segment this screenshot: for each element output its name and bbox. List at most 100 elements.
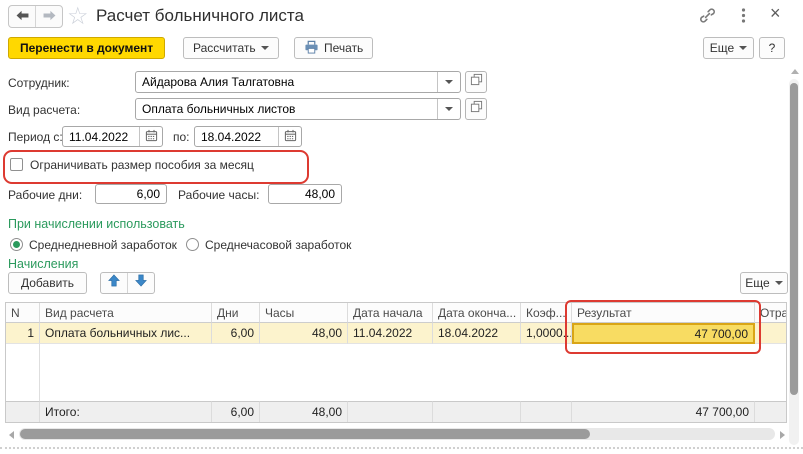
calc-type-input[interactable]: Оплата больничных листов xyxy=(135,98,461,120)
total-days: 6,00 xyxy=(212,401,260,422)
page-title: Расчет больничного листа xyxy=(96,6,304,26)
total-coef-cell xyxy=(521,401,572,422)
table-row[interactable]: 1 Оплата больничных лис... 6,00 48,00 11… xyxy=(6,323,786,344)
radio-average-hourly[interactable] xyxy=(186,238,199,251)
limit-benefit-checkbox[interactable] xyxy=(10,158,23,171)
move-row-up-button[interactable] xyxy=(101,273,128,293)
total-hours: 48,00 xyxy=(260,401,348,422)
cell-days[interactable]: 6,00 xyxy=(212,323,260,344)
table-empty-area xyxy=(6,344,786,401)
work-hours-label: Рабочие часы: xyxy=(178,188,259,202)
add-row-button[interactable]: Добавить xyxy=(8,272,87,294)
period-to-calendar-button[interactable] xyxy=(278,127,301,146)
cell-coef[interactable]: 1,0000... xyxy=(521,323,572,344)
total-date-end-cell xyxy=(433,401,521,422)
work-days-label: Рабочие дни: xyxy=(8,188,82,202)
calc-type-value: Оплата больничных листов xyxy=(136,102,437,116)
col-header-reflected[interactable]: Отражен xyxy=(755,303,786,323)
bottom-separator xyxy=(0,447,803,449)
calendar-icon xyxy=(145,129,158,145)
help-button[interactable]: ? xyxy=(759,37,785,59)
back-button[interactable] xyxy=(9,6,36,27)
scroll-right-icon[interactable] xyxy=(780,431,785,439)
printer-icon xyxy=(304,40,319,57)
cell-date-end[interactable]: 18.04.2022 xyxy=(433,323,521,344)
period-to-label: по: xyxy=(173,130,190,144)
col-header-calc-type[interactable]: Вид расчета xyxy=(40,303,212,323)
vertical-scrollbar-track[interactable] xyxy=(789,79,799,445)
horizontal-scrollbar-thumb[interactable] xyxy=(20,429,590,439)
open-form-icon xyxy=(470,100,483,118)
period-from-calendar-button[interactable] xyxy=(139,127,162,146)
accruals-heading: Начисления xyxy=(8,257,78,271)
col-header-date-start[interactable]: Дата начала xyxy=(348,303,433,323)
cell-hours[interactable]: 48,00 xyxy=(260,323,348,344)
more-menu-dots-icon[interactable] xyxy=(741,7,746,29)
calc-type-dropdown-button[interactable] xyxy=(437,99,460,119)
move-row-button-group xyxy=(100,272,155,294)
more-button-top[interactable]: Еще xyxy=(703,37,754,59)
cell-calc-type[interactable]: Оплата больничных лис... xyxy=(40,323,212,344)
col-header-date-end[interactable]: Дата оконча... xyxy=(433,303,521,323)
period-from-value: 11.04.2022 xyxy=(63,130,139,144)
col-header-n[interactable]: N xyxy=(6,303,40,323)
chevron-down-icon xyxy=(261,46,269,50)
chevron-down-icon xyxy=(445,107,453,111)
vertical-scrollbar-thumb[interactable] xyxy=(790,83,798,395)
transfer-to-document-label: Перенести в документ xyxy=(20,41,153,55)
total-result: 47 700,00 xyxy=(572,401,755,422)
close-icon[interactable]: × xyxy=(770,3,781,24)
radio-average-daily-label: Среднедневной заработок xyxy=(29,238,177,252)
col-header-coef[interactable]: Коэф... xyxy=(521,303,572,323)
calc-type-open-button[interactable] xyxy=(465,98,487,120)
calculate-label: Рассчитать xyxy=(193,41,256,55)
forward-button[interactable] xyxy=(36,6,62,27)
chevron-down-icon xyxy=(775,281,783,285)
total-label: Итого: xyxy=(40,401,212,422)
forward-arrow-icon xyxy=(42,8,57,26)
employee-input[interactable]: Айдарова Алия Талгатовна xyxy=(135,71,461,93)
calculate-button[interactable]: Рассчитать xyxy=(183,37,279,59)
cell-date-start[interactable]: 11.04.2022 xyxy=(348,323,433,344)
col-header-days[interactable]: Дни xyxy=(212,303,260,323)
cell-n[interactable]: 1 xyxy=(6,323,40,344)
chevron-down-icon xyxy=(445,80,453,84)
period-from-input[interactable]: 11.04.2022 xyxy=(62,126,163,147)
back-arrow-icon xyxy=(15,8,30,26)
total-reflected-cell xyxy=(755,401,786,422)
calc-type-label: Вид расчета: xyxy=(8,103,80,117)
table-total-row: Итого: 6,00 48,00 47 700,00 xyxy=(6,401,786,422)
link-icon[interactable] xyxy=(699,7,716,29)
work-hours-input[interactable]: 48,00 xyxy=(268,184,342,204)
more-table-label: Еще xyxy=(745,276,769,290)
work-hours-value: 48,00 xyxy=(269,187,341,201)
scroll-up-icon[interactable] xyxy=(791,69,799,74)
transfer-to-document-button[interactable]: Перенести в документ xyxy=(8,37,165,59)
cell-reflected[interactable] xyxy=(755,323,786,344)
more-label: Еще xyxy=(710,41,734,55)
employee-dropdown-button[interactable] xyxy=(437,72,460,92)
chevron-down-icon xyxy=(739,46,747,50)
employee-value: Айдарова Алия Талгатовна xyxy=(136,75,437,89)
col-header-hours[interactable]: Часы xyxy=(260,303,348,323)
period-to-input[interactable]: 18.04.2022 xyxy=(194,126,302,147)
more-button-table[interactable]: Еще xyxy=(740,272,788,294)
cell-result-selected[interactable]: 47 700,00 xyxy=(572,323,755,344)
scroll-left-icon[interactable] xyxy=(9,431,14,439)
employee-open-button[interactable] xyxy=(465,71,487,93)
total-date-start-cell xyxy=(348,401,433,422)
col-header-result[interactable]: Результат xyxy=(572,303,755,323)
favorite-star-icon[interactable]: ☆ xyxy=(67,2,89,31)
radio-average-daily[interactable] xyxy=(10,238,23,251)
period-from-label: Период с: xyxy=(8,130,63,144)
radio-average-hourly-label: Среднечасовой заработок xyxy=(205,238,351,252)
nav-button-group xyxy=(8,5,63,28)
move-row-down-button[interactable] xyxy=(128,273,154,293)
table-header-row: N Вид расчета Дни Часы Дата начала Дата … xyxy=(6,303,786,323)
print-button[interactable]: Печать xyxy=(294,37,373,59)
divider xyxy=(39,344,40,401)
horizontal-scrollbar-track[interactable] xyxy=(19,428,775,440)
calendar-icon xyxy=(284,129,297,145)
print-label: Печать xyxy=(324,41,363,55)
work-days-input[interactable]: 6,00 xyxy=(95,184,167,204)
